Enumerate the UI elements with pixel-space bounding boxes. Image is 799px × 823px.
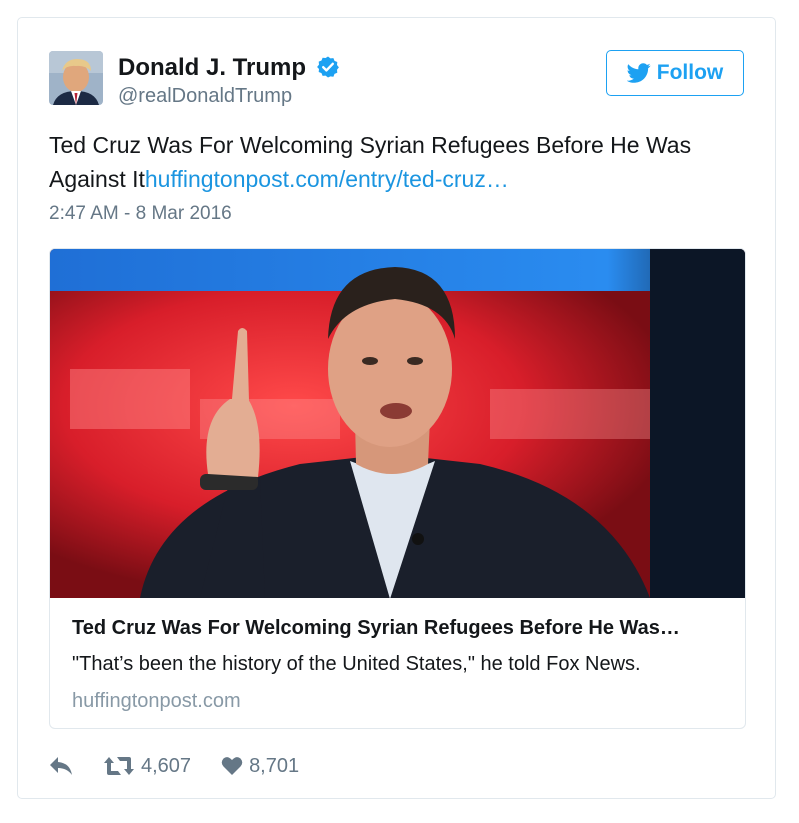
card-image: [50, 249, 745, 598]
heart-icon: [221, 757, 243, 775]
verified-badge-icon: [317, 56, 339, 78]
link-preview-card[interactable]: Ted Cruz Was For Welcoming Syrian Refuge…: [49, 248, 746, 729]
reply-button[interactable]: [49, 756, 73, 776]
retweet-button[interactable]: 4,607: [103, 755, 191, 778]
retweet-icon: [104, 757, 134, 775]
author-handle[interactable]: @realDonaldTrump: [118, 85, 292, 108]
card-domain: huffingtonpost.com: [72, 690, 241, 712]
card-description: "That’s been the history of the United S…: [72, 653, 641, 675]
twitter-bird-icon: [626, 63, 651, 83]
tweet-actions: 4,607 8,701: [49, 751, 299, 781]
like-count: 8,701: [249, 754, 300, 777]
tweet-card: Donald J. Trump @realDonaldTrump Follow …: [17, 17, 776, 799]
avatar[interactable]: [49, 51, 103, 105]
author-name[interactable]: Donald J. Trump: [118, 54, 306, 82]
tweet-text: Ted Cruz Was For Welcoming Syrian Refuge…: [49, 128, 749, 196]
follow-label: Follow: [656, 61, 724, 84]
reply-icon: [50, 757, 72, 775]
like-button[interactable]: 8,701: [221, 755, 299, 778]
retweet-count: 4,607: [141, 754, 192, 777]
card-title: Ted Cruz Was For Welcoming Syrian Refuge…: [72, 617, 680, 639]
tweet-link[interactable]: huffingtonpost.com/entry/ted-cruz…: [145, 166, 509, 192]
follow-button[interactable]: Follow: [606, 50, 744, 96]
tweet-timestamp[interactable]: 2:47 AM - 8 Mar 2016: [49, 203, 232, 225]
